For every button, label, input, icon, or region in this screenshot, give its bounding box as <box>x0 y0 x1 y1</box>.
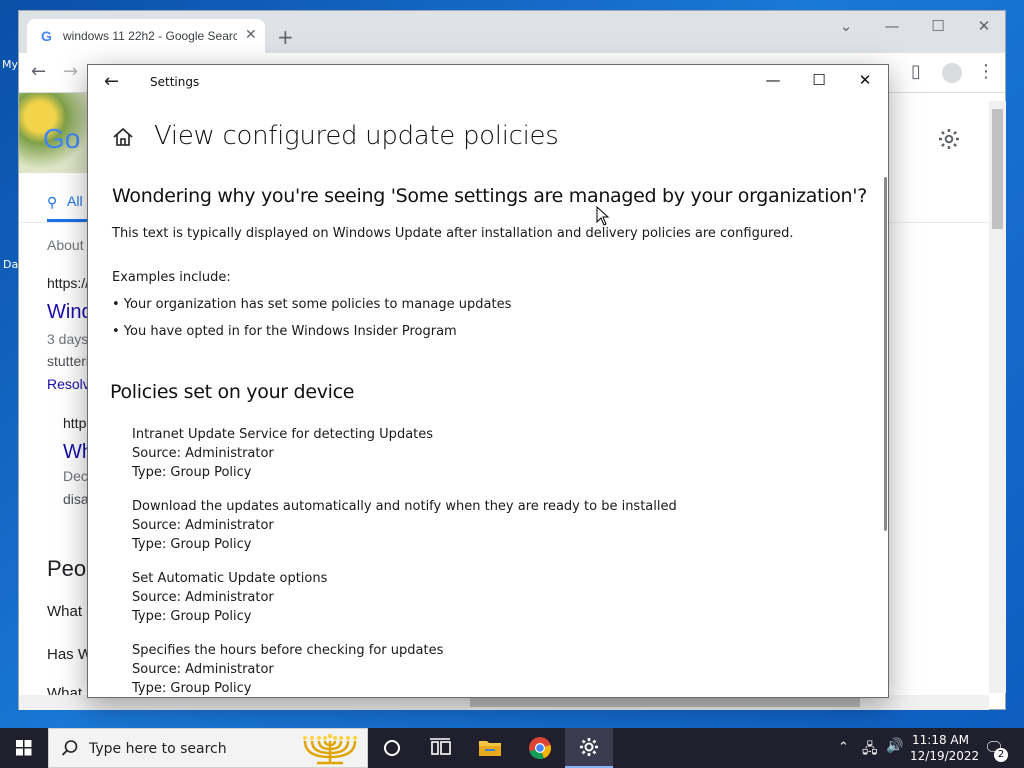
desktop-icon-label[interactable]: Da <box>3 258 18 271</box>
policy-name: Download the updates automatically and n… <box>132 499 677 514</box>
browser-tab[interactable]: G windows 11 22h2 - Google Search ✕ <box>27 19 265 53</box>
windows-start-icon[interactable] <box>0 728 48 768</box>
settings-titlebar: ← Settings — ☐ ✕ <box>88 65 888 99</box>
policy-type: Type: Group Policy <box>132 681 252 696</box>
back-arrow-icon[interactable]: ← <box>31 61 46 82</box>
result-url[interactable]: https:// <box>47 275 89 291</box>
section-heading-managed: Wondering why you're seeing 'Some settin… <box>112 185 868 207</box>
settings-gear-icon[interactable] <box>565 728 613 768</box>
show-hidden-icons-chevron-icon[interactable]: ⌃ <box>838 740 849 755</box>
chrome-tabstrip: G windows 11 22h2 - Google Search ✕ + ⌄ … <box>19 11 1005 53</box>
question-item[interactable]: What <box>47 603 82 620</box>
search-icon <box>61 739 79 761</box>
clock-date[interactable]: 12/19/2022 <box>910 749 979 763</box>
settings-window: ← Settings — ☐ ✕ View configured update … <box>87 64 889 698</box>
maximize-icon[interactable]: ☐ <box>923 17 953 35</box>
tab-all[interactable]: All <box>67 193 83 209</box>
search-icon: ⚲ <box>47 194 58 210</box>
chrome-icon[interactable] <box>516 728 564 768</box>
search-placeholder: Type here to search <box>89 741 227 757</box>
mouse-cursor-icon <box>596 205 610 230</box>
cortana-icon[interactable] <box>368 728 416 768</box>
menorah-search-highlight-icon[interactable] <box>299 733 361 768</box>
side-panel-icon[interactable]: ▯ <box>911 61 921 82</box>
result-link[interactable]: Resolv <box>47 376 90 392</box>
example-item: • Your organization has set some policie… <box>112 297 512 312</box>
profile-avatar-icon[interactable] <box>942 63 962 83</box>
result-title[interactable]: Wind <box>47 301 93 324</box>
google-favicon-icon: G <box>41 28 52 44</box>
policy-item: Specifies the hours before checking for … <box>132 641 444 697</box>
result-meta: 3 days <box>47 331 89 347</box>
scroll-thumb-horizontal[interactable] <box>470 698 860 707</box>
policy-source: Source: Administrator <box>132 446 274 461</box>
examples-label: Examples include: <box>112 270 231 285</box>
result-stats: About <box>47 237 84 253</box>
maximize-button[interactable]: ☐ <box>799 71 839 89</box>
notification-badge: 2 <box>994 748 1008 762</box>
page-title: View configured update policies <box>154 121 559 151</box>
policy-item: Set Automatic Update options Source: Adm… <box>132 569 327 626</box>
policy-name: Intranet Update Service for detecting Up… <box>132 427 434 442</box>
taskbar-search-box[interactable]: Type here to search <box>48 728 368 768</box>
policy-name: Set Automatic Update options <box>132 571 328 586</box>
policy-source: Source: Administrator <box>132 662 274 677</box>
result-snippet: stutteri <box>47 353 90 369</box>
policy-name: Specifies the hours before checking for … <box>132 643 444 658</box>
policy-type: Type: Group Policy <box>132 465 252 480</box>
tab-search-icon[interactable]: ⌄ <box>831 17 861 35</box>
new-tab-button[interactable]: + <box>277 25 294 49</box>
file-explorer-icon[interactable] <box>466 728 514 768</box>
example-item: • You have opted in for the Windows Insi… <box>112 324 457 339</box>
policy-item: Intranet Update Service for detecting Up… <box>132 425 433 482</box>
question-item[interactable]: Has W <box>47 646 92 663</box>
result-snippet: disa <box>63 491 89 507</box>
policy-source: Source: Administrator <box>132 518 274 533</box>
minimize-button[interactable]: — <box>753 71 793 89</box>
volume-icon[interactable]: 🔊 <box>886 738 903 754</box>
clock-time[interactable]: 11:18 AM <box>912 733 969 747</box>
policy-source: Source: Administrator <box>132 590 274 605</box>
back-arrow-icon[interactable]: ← <box>104 71 119 92</box>
gear-icon[interactable] <box>937 127 961 155</box>
settings-scrollbar[interactable] <box>884 177 887 531</box>
more-menu-icon[interactable]: ⋮ <box>977 61 995 82</box>
task-view-icon[interactable] <box>416 728 464 768</box>
close-icon[interactable]: ✕ <box>969 17 999 35</box>
section-description: This text is typically displayed on Wind… <box>112 226 794 241</box>
section-heading-policies: Policies set on your device <box>110 381 355 403</box>
result-meta: Dec <box>63 468 88 484</box>
close-button[interactable]: ✕ <box>845 71 885 89</box>
policy-type: Type: Group Policy <box>132 537 252 552</box>
network-icon[interactable]: 🖧 <box>862 738 878 762</box>
window-title: Settings <box>150 75 200 89</box>
close-tab-icon[interactable]: ✕ <box>245 27 257 43</box>
desktop-icon-label[interactable]: My <box>2 58 18 71</box>
home-icon[interactable] <box>112 126 134 148</box>
forward-arrow-icon[interactable]: → <box>63 61 78 82</box>
tab-title: windows 11 22h2 - Google Search <box>63 29 237 43</box>
google-logo[interactable]: Go <box>43 123 80 155</box>
policy-item: Download the updates automatically and n… <box>132 497 677 554</box>
taskbar: Type here to search ⌃ 🖧 🔊 11:18 AM 12/19… <box>0 728 1024 768</box>
minimize-icon[interactable]: — <box>877 17 907 35</box>
policy-type: Type: Group Policy <box>132 609 252 624</box>
scroll-thumb[interactable] <box>992 109 1003 229</box>
